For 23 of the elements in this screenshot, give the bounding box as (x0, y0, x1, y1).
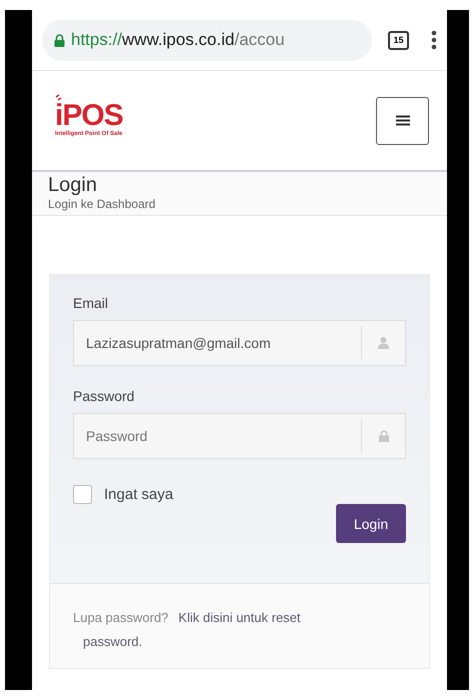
more-icon[interactable] (431, 30, 437, 50)
login-button[interactable]: Login (336, 504, 406, 543)
address-bar[interactable]: https://www.ipos.co.id/accou (42, 20, 372, 60)
remember-label: Ingat saya (104, 486, 174, 503)
tab-count[interactable]: 15 (388, 30, 409, 50)
menu-button[interactable] (376, 96, 429, 144)
user-icon (378, 337, 389, 349)
url-text: https://www.ipos.co.id/accou (71, 30, 285, 50)
logo-mark-icon (55, 94, 63, 101)
forgot-password-text: Lupa password? (73, 609, 168, 627)
reset-password-link[interactable]: password. (83, 630, 142, 654)
field-label: Email (73, 295, 110, 311)
menu-icon (396, 115, 410, 126)
reset-password-link[interactable]: Klik disini untuk reset (178, 606, 301, 630)
lock-icon (54, 34, 65, 46)
page-title: Login (48, 174, 98, 197)
remember-checkbox[interactable] (73, 485, 92, 504)
logo: iPOS (55, 101, 123, 131)
page-subtitle: Login ke Dashboard (48, 197, 156, 211)
lock-icon (378, 430, 388, 442)
field-label: Password (73, 388, 136, 404)
password-field[interactable]: Password (73, 413, 406, 459)
email-field[interactable]: Lazizasupratman@gmail.com (73, 320, 406, 366)
